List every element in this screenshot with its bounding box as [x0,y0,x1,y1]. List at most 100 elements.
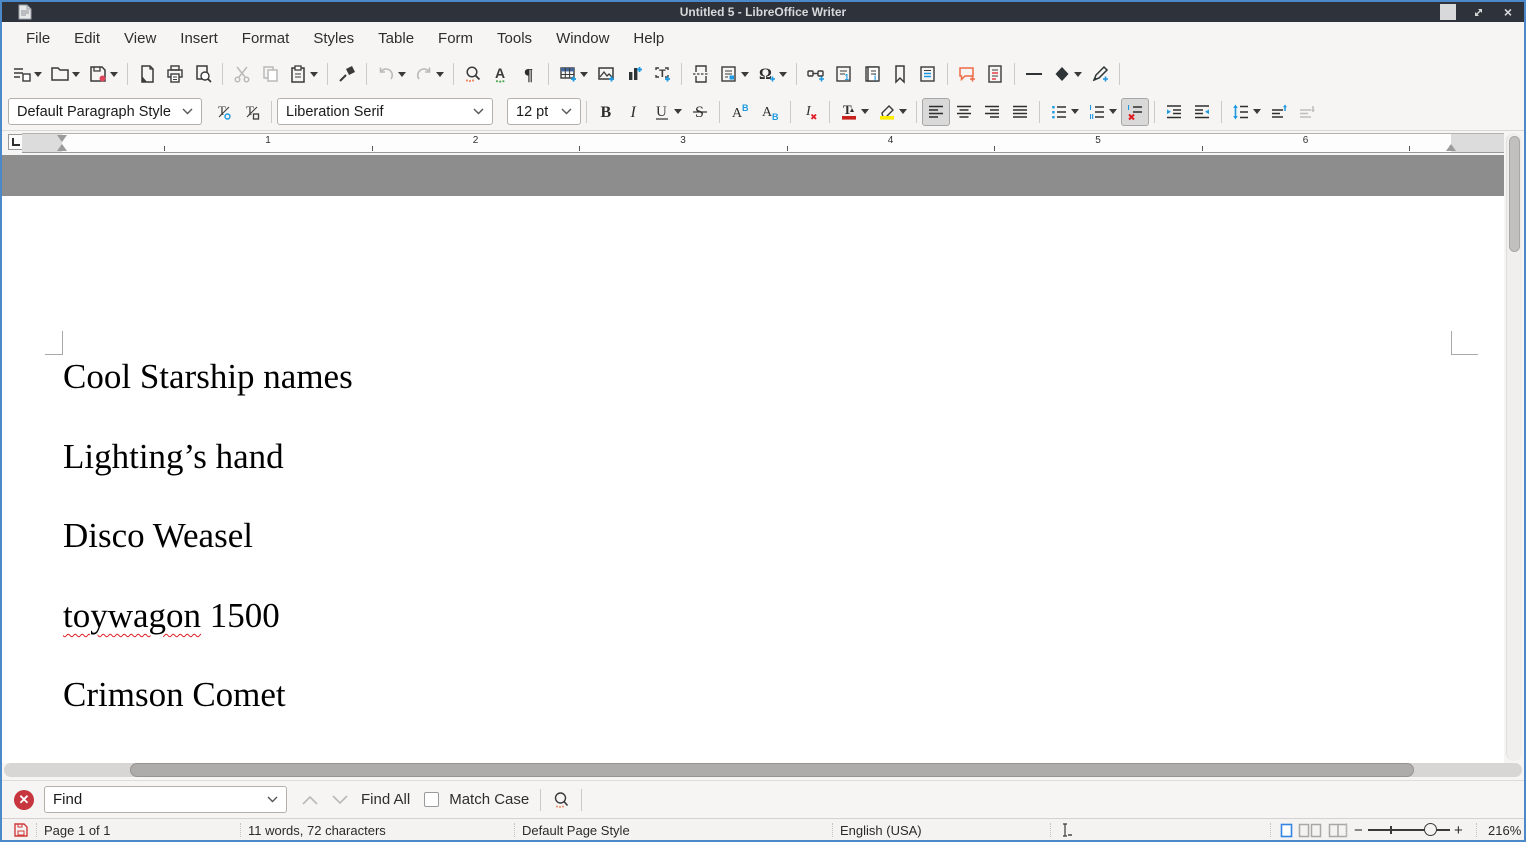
paragraph[interactable]: Cool Starship names [63,356,353,398]
draw-functions-button[interactable] [1086,60,1114,88]
page-number-status[interactable]: Page 1 of 1 [44,819,111,841]
paragraph[interactable]: toywagon 1500 [63,595,280,637]
insert-bookmark-button[interactable] [886,60,914,88]
close-button[interactable]: × [1500,4,1516,20]
menu-window[interactable]: Window [544,25,621,52]
formatting-marks-button[interactable]: ¶ [515,60,543,88]
find-combobox[interactable] [44,786,287,813]
bullet-list-button[interactable] [1045,98,1083,126]
tab-stop-selector[interactable] [8,134,23,150]
menu-insert[interactable]: Insert [168,25,230,52]
right-indent-marker[interactable] [1446,144,1456,151]
no-list-button[interactable]: I [1121,98,1149,126]
spelling-button[interactable]: A [487,60,515,88]
copy-button[interactable] [256,60,284,88]
track-changes-button[interactable] [981,60,1009,88]
vertical-scrollbar[interactable] [1506,133,1522,761]
insert-image-button[interactable] [592,60,620,88]
document-area[interactable]: Cool Starship names Lighting’s hand Disc… [2,155,1504,763]
menu-tools[interactable]: Tools [485,25,544,52]
document-modified-indicator[interactable] [14,819,28,841]
zoom-percent[interactable]: 216% [1488,819,1521,841]
italic-button[interactable]: I [620,98,648,126]
menu-file[interactable]: File [14,25,62,52]
insert-hyperlink-button[interactable] [802,60,830,88]
word-count-status[interactable]: 11 words, 72 characters [248,819,386,841]
redo-button[interactable] [410,60,448,88]
titlebar[interactable]: Untitled 5 - LibreOffice Writer × [2,2,1524,22]
new-style-button[interactable]: T [238,98,266,126]
basic-shapes-button[interactable] [1048,60,1086,88]
horizontal-scrollbar-thumb[interactable] [130,763,1414,777]
zoom-slider-knob[interactable] [1424,823,1437,836]
open-button[interactable] [46,60,84,88]
strikethrough-button[interactable]: S [686,98,714,126]
insert-table-button[interactable] [554,60,592,88]
find-previous-button[interactable] [295,787,325,813]
font-size-combobox[interactable]: 12 pt [507,98,581,125]
insert-line-button[interactable] [1020,60,1048,88]
restore-button[interactable] [1470,4,1486,20]
export-pdf-button[interactable] [133,60,161,88]
insert-endnote-button[interactable]: i [858,60,886,88]
paste-button[interactable] [284,60,322,88]
cross-reference-button[interactable] [914,60,942,88]
clear-formatting-button[interactable]: I [796,98,824,126]
zoom-slider[interactable] [1368,819,1450,841]
selection-mode-indicator[interactable] [1058,819,1076,841]
align-right-button[interactable] [978,98,1006,126]
align-center-button[interactable] [950,98,978,126]
menu-table[interactable]: Table [366,25,426,52]
insert-chart-button[interactable] [620,60,648,88]
find-next-button[interactable] [325,787,355,813]
find-all-button[interactable]: Find All [355,791,416,808]
multi-page-view-button[interactable] [1298,819,1322,841]
book-view-button[interactable] [1328,819,1348,841]
menu-edit[interactable]: Edit [62,25,112,52]
print-button[interactable] [161,60,189,88]
align-left-button[interactable] [922,98,950,126]
menu-styles[interactable]: Styles [301,25,366,52]
clone-formatting-button[interactable] [333,60,361,88]
match-case-checkbox[interactable] [424,792,439,807]
special-character-button[interactable]: Ω [753,60,791,88]
horizontal-scrollbar[interactable] [4,763,1522,777]
paragraph[interactable]: Disco Weasel [63,515,253,557]
language-status[interactable]: English (USA) [840,819,922,841]
decrease-indent-button[interactable] [1188,98,1216,126]
hanging-indent-marker[interactable] [57,144,67,151]
update-style-button[interactable]: T [210,98,238,126]
paragraph[interactable]: Lighting’s hand [63,436,284,478]
print-preview-button[interactable] [189,60,217,88]
find-input[interactable] [53,791,267,808]
page[interactable]: Cool Starship names Lighting’s hand Disc… [2,196,1504,763]
align-justify-button[interactable] [1006,98,1034,126]
new-document-button[interactable] [8,60,46,88]
underline-button[interactable]: U [648,98,686,126]
bold-button[interactable]: B [592,98,620,126]
insert-comment-button[interactable] [953,60,981,88]
menu-format[interactable]: Format [230,25,302,52]
single-page-view-button[interactable] [1280,819,1293,841]
menu-form[interactable]: Form [426,25,485,52]
page-break-button[interactable] [687,60,715,88]
save-button[interactable] [84,60,122,88]
menu-help[interactable]: Help [621,25,676,52]
first-line-indent-marker[interactable] [57,135,67,142]
highlight-color-button[interactable] [873,98,911,126]
superscript-button[interactable]: AB [725,98,755,126]
paragraph[interactable]: Crimson Comet [63,674,286,716]
paragraph-style-combobox[interactable]: Default Paragraph Style [8,98,202,125]
find-close-button[interactable]: ✕ [14,790,34,810]
vertical-scrollbar-thumb[interactable] [1509,136,1520,252]
cut-button[interactable] [228,60,256,88]
find-replace-button[interactable] [459,60,487,88]
insert-field-button[interactable] [715,60,753,88]
increase-indent-button[interactable] [1160,98,1188,126]
line-spacing-button[interactable] [1227,98,1265,126]
horizontal-ruler[interactable]: 123456 [22,133,1504,153]
subscript-button[interactable]: AB [755,98,785,126]
match-case-label[interactable]: Match Case [443,791,535,808]
minimize-button[interactable] [1440,4,1456,20]
increase-paragraph-spacing-button[interactable] [1265,98,1293,126]
